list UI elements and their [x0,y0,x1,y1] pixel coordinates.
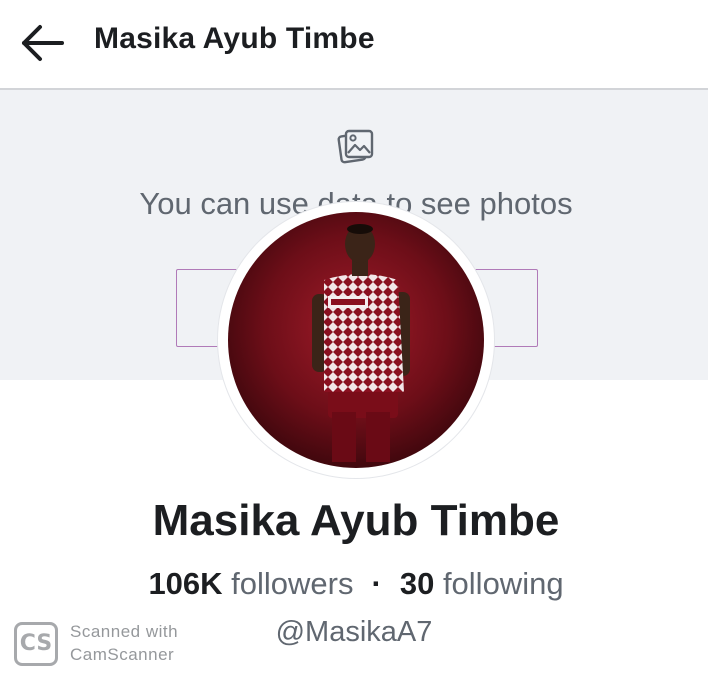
following-link[interactable]: 30 following [400,566,564,601]
camscanner-watermark: CS Scanned with CamScanner [14,620,214,668]
top-app-bar: Masika Ayub Timbe [0,0,708,90]
followers-label: followers [231,566,354,601]
back-button[interactable] [18,22,68,64]
page-title: Masika Ayub Timbe [94,22,375,55]
profile-name: Masika Ayub Timbe [152,496,560,545]
following-label: following [442,566,564,601]
photos-icon [337,129,374,164]
followers-link[interactable]: 106K followers [148,566,353,601]
watermark-line1: Scanned with [70,622,179,641]
profile-photo [228,212,484,468]
watermark-line2: CamScanner [70,645,175,664]
arrow-left-icon [22,25,64,61]
camscanner-logo: CS [14,622,58,666]
avatar[interactable] [228,212,484,468]
follow-stats: 106K followers · 30 following [0,566,708,602]
following-count: 30 [399,566,435,601]
separator-dot: · [371,566,382,601]
followers-count: 106K [148,566,223,601]
